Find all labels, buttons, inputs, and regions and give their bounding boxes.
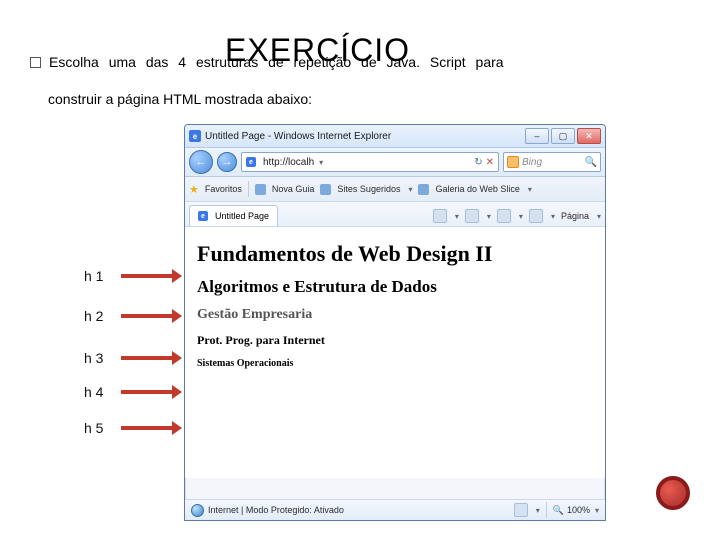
- feeds-icon[interactable]: [465, 209, 479, 223]
- chevron-down-icon[interactable]: ▾: [595, 506, 599, 515]
- window-close-button[interactable]: ✕: [577, 128, 601, 144]
- page-h4: Prot. Prog. para Internet: [197, 333, 593, 348]
- arrow-icon: [121, 314, 173, 318]
- window-titlebar: e Untitled Page - Windows Internet Explo…: [185, 125, 605, 148]
- url-text: http://localh: [263, 157, 314, 168]
- favorites-bar: ★ Favoritos Nova Guia Sites Sugeridos ▾ …: [185, 177, 605, 202]
- label-text: h 2: [84, 308, 103, 324]
- chevron-down-icon[interactable]: ▾: [536, 506, 540, 515]
- tab-favicon-icon: e: [198, 211, 208, 221]
- fav-item-0[interactable]: Nova Guia: [272, 184, 315, 194]
- chevron-down-icon[interactable]: ▾: [551, 212, 555, 221]
- label-h5: h 5: [84, 420, 173, 436]
- browser-tab[interactable]: e Untitled Page: [189, 205, 278, 226]
- status-separator: [546, 502, 547, 518]
- page-h5: Sistemas Operacionais: [197, 358, 593, 369]
- label-h4: h 4: [84, 384, 173, 400]
- zoom-control[interactable]: 🔍 100% ▾: [553, 505, 599, 516]
- label-h1: h 1: [84, 268, 173, 284]
- fav-item-icon: [255, 184, 266, 195]
- label-text: h 5: [84, 420, 103, 436]
- bullet-line-1: Escolha uma das 4 estruturas de repetiçã…: [30, 50, 690, 75]
- back-button[interactable]: ←: [189, 150, 213, 174]
- protected-mode-icon[interactable]: [514, 503, 528, 517]
- chevron-down-icon[interactable]: ▾: [408, 185, 412, 194]
- home-icon[interactable]: [433, 209, 447, 223]
- page-h2: Algoritmos e Estrutura de Dados: [197, 277, 593, 297]
- pagina-menu[interactable]: Página: [561, 211, 589, 221]
- favorites-label[interactable]: Favoritos: [205, 184, 242, 194]
- label-text: h 4: [84, 384, 103, 400]
- stop-button[interactable]: ✕: [486, 157, 494, 168]
- arrow-icon: [121, 274, 173, 278]
- chevron-down-icon[interactable]: ▾: [455, 212, 459, 221]
- label-h3: h 3: [84, 350, 173, 366]
- fav-item-2[interactable]: Galeria do Web Slice: [435, 184, 519, 194]
- arrow-icon: [121, 390, 173, 394]
- tab-bar: e Untitled Page ▾ ▾ ▾ ▾ Página ▾: [185, 202, 605, 227]
- toolbar-separator: [248, 181, 249, 197]
- chevron-down-icon[interactable]: ▾: [519, 212, 523, 221]
- fav-item-icon: [320, 184, 331, 195]
- bullet-line-2: construir a página HTML mostrada abaixo:: [48, 87, 690, 112]
- browser-window: e Untitled Page - Windows Internet Explo…: [184, 124, 606, 521]
- page-h3: Gestão Empresaria: [197, 307, 593, 323]
- fav-item-1[interactable]: Sites Sugeridos: [337, 184, 400, 194]
- zoom-level: 100%: [567, 505, 590, 515]
- label-text: h 3: [84, 350, 103, 366]
- refresh-button[interactable]: ↻: [474, 157, 482, 168]
- window-title: Untitled Page - Windows Internet Explore…: [205, 131, 525, 142]
- chevron-down-icon[interactable]: ▾: [597, 212, 601, 221]
- fav-item-icon: [418, 184, 429, 195]
- page-h1: Fundamentos de Web Design II: [197, 241, 593, 267]
- address-bar[interactable]: e http://localh ▾ ↻ ✕: [241, 152, 499, 172]
- tab-tools: ▾ ▾ ▾ ▾ Página ▾: [433, 206, 601, 226]
- ie-favicon-icon: e: [189, 130, 201, 142]
- page-content: Fundamentos de Web Design II Algoritmos …: [185, 227, 605, 478]
- bullet-square-icon: [30, 57, 41, 68]
- mail-icon[interactable]: [497, 209, 511, 223]
- status-text: Internet | Modo Protegido: Ativado: [208, 505, 344, 515]
- window-maximize-button[interactable]: ▢: [551, 128, 575, 144]
- label-text: h 1: [84, 268, 103, 284]
- label-h2: h 2: [84, 308, 173, 324]
- url-dropdown-icon[interactable]: ▾: [319, 158, 323, 167]
- favorites-star-icon[interactable]: ★: [189, 183, 199, 196]
- globe-icon: [191, 504, 204, 517]
- site-favicon-icon: e: [246, 157, 256, 167]
- search-engine-label: Bing: [522, 157, 542, 168]
- arrow-icon: [121, 426, 173, 430]
- slide-target-icon: [656, 476, 690, 510]
- arrow-icon: [121, 356, 173, 360]
- print-icon[interactable]: [529, 209, 543, 223]
- forward-button[interactable]: →: [217, 152, 237, 172]
- bing-icon: [507, 156, 519, 168]
- chevron-down-icon[interactable]: ▾: [528, 185, 532, 194]
- zoom-icon: 🔍: [553, 505, 564, 516]
- nav-toolbar: ← → e http://localh ▾ ↻ ✕ Bing 🔍: [185, 148, 605, 177]
- status-bar: Internet | Modo Protegido: Ativado ▾ 🔍 1…: [185, 499, 605, 520]
- search-box[interactable]: Bing 🔍: [503, 152, 601, 172]
- chevron-down-icon[interactable]: ▾: [487, 212, 491, 221]
- window-minimize-button[interactable]: –: [525, 128, 549, 144]
- bullet-text-1: Escolha uma das 4 estruturas de repetiçã…: [49, 54, 504, 70]
- search-icon[interactable]: 🔍: [585, 157, 597, 168]
- tab-label: Untitled Page: [215, 211, 269, 221]
